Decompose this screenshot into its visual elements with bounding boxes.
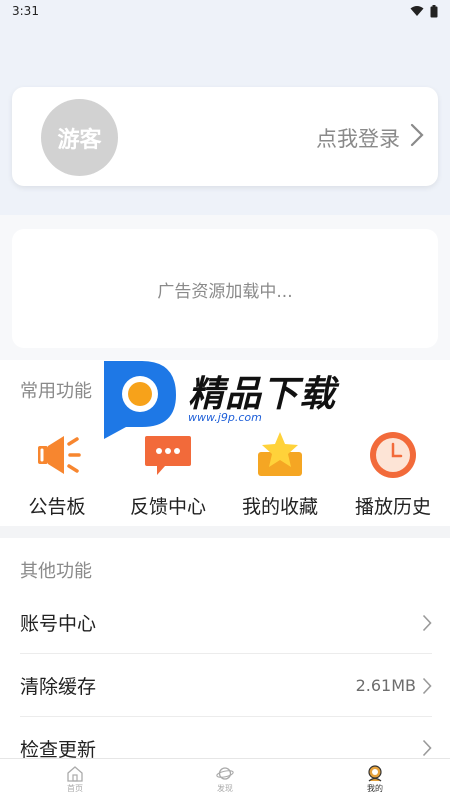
chevron-right-icon: [422, 739, 432, 757]
clock-icon: [370, 432, 416, 478]
avatar[interactable]: 游客: [41, 99, 118, 176]
row-label: 账号中心: [20, 613, 97, 635]
section-divider: [0, 526, 450, 538]
home-icon: [67, 766, 83, 782]
status-time: 3:31: [12, 4, 39, 18]
login-link-label: 点我登录: [316, 127, 400, 151]
avatar-text: 游客: [57, 127, 102, 153]
login-link[interactable]: 点我登录: [316, 123, 400, 153]
row-label: 清除缓存: [20, 676, 97, 698]
chevron-right-icon: [410, 123, 424, 147]
wifi-icon: [410, 6, 424, 16]
other-functions-title: 其他功能: [20, 561, 92, 582]
watermark-url: www.j9p.com: [188, 411, 262, 424]
planet-icon: [216, 767, 234, 780]
func-label: 反馈中心: [129, 496, 206, 518]
func-play-history[interactable]: 播放历史: [338, 430, 448, 520]
common-functions-title: 常用功能: [20, 381, 92, 402]
ad-card[interactable]: 广告资源加载中...: [12, 229, 438, 348]
nav-label: 首页: [67, 784, 83, 793]
row-right: [422, 614, 432, 632]
chevron-right-icon: [422, 614, 432, 631]
ad-loading-text: 广告资源加载中...: [157, 282, 293, 302]
func-label: 我的收藏: [241, 496, 318, 518]
bottom-nav: 首页 发现 我的: [0, 758, 450, 800]
func-feedback-center[interactable]: 反馈中心: [113, 430, 223, 520]
row-right: [422, 739, 432, 757]
row-right: 2.61MB: [356, 676, 432, 695]
watermark: 精品下载 www.j9p.com: [98, 357, 358, 441]
func-my-favorites[interactable]: 我的收藏: [225, 430, 335, 520]
chevron-right-icon: [422, 677, 432, 694]
nav-label: 发现: [217, 784, 233, 793]
watermark-title: 精品下载: [188, 374, 337, 415]
nav-label: 我的: [367, 784, 383, 793]
nav-mine[interactable]: 我的: [335, 765, 415, 794]
nav-discover[interactable]: 发现: [185, 765, 265, 794]
status-icons: [410, 4, 438, 18]
megaphone-icon: [38, 436, 81, 474]
battery-icon: [430, 4, 438, 17]
func-label: 公告板: [28, 496, 86, 518]
profile-icon: [368, 765, 382, 782]
func-label: 播放历史: [354, 496, 431, 518]
watermark-logo-icon: [104, 361, 176, 439]
login-card[interactable]: 游客 点我登录: [12, 87, 438, 186]
row-clear-cache[interactable]: 清除缓存 2.61MB: [20, 655, 432, 717]
row-account-center[interactable]: 账号中心: [20, 592, 432, 654]
status-bar: 3:31: [0, 0, 450, 22]
nav-home[interactable]: 首页: [35, 765, 115, 794]
func-bulletin-board[interactable]: 公告板: [2, 430, 112, 520]
cache-size: 2.61MB: [355, 676, 416, 695]
